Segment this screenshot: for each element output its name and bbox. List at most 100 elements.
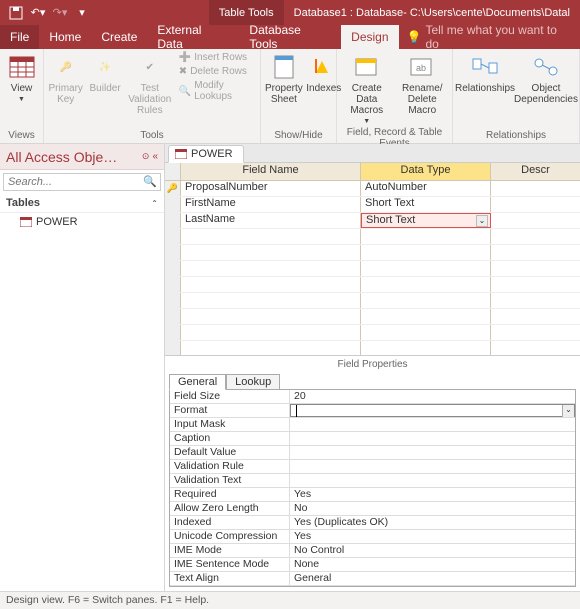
row-selector[interactable]: [165, 325, 181, 340]
description-cell[interactable]: [491, 245, 580, 260]
property-value[interactable]: No: [290, 502, 575, 515]
property-value[interactable]: 20: [290, 390, 575, 403]
property-row[interactable]: Validation Text: [170, 474, 575, 488]
data-type-cell[interactable]: Short Text⌄: [361, 213, 491, 228]
description-cell[interactable]: [491, 341, 580, 356]
field-name-cell[interactable]: [181, 245, 361, 260]
collapse-icon[interactable]: «: [152, 151, 158, 162]
table-row[interactable]: LastNameShort Text⌄: [165, 213, 580, 229]
data-type-cell[interactable]: [361, 293, 491, 308]
table-row[interactable]: 🔑ProposalNumberAutoNumber: [165, 181, 580, 197]
property-grid[interactable]: Field Size20Format⌄Input MaskCaptionDefa…: [169, 389, 576, 587]
property-value[interactable]: [290, 460, 575, 473]
view-button[interactable]: View ▼: [4, 51, 39, 103]
col-field-name[interactable]: Field Name: [181, 163, 361, 180]
property-value[interactable]: General: [290, 572, 575, 585]
qat-customize-icon[interactable]: ▾: [72, 3, 92, 23]
insert-rows-button[interactable]: ➕Insert Rows: [177, 51, 256, 64]
search-input[interactable]: [3, 173, 161, 191]
table-row[interactable]: [165, 293, 580, 309]
table-row[interactable]: [165, 229, 580, 245]
nav-item-power[interactable]: POWER: [0, 213, 164, 231]
menu-create[interactable]: Create: [91, 25, 147, 49]
tell-me-search[interactable]: 💡Tell me what you want to do: [399, 25, 580, 49]
tab-lookup[interactable]: Lookup: [226, 374, 280, 390]
field-name-cell[interactable]: ProposalNumber: [181, 181, 361, 196]
description-cell[interactable]: [491, 197, 580, 212]
menu-design[interactable]: Design: [341, 25, 398, 49]
nav-group-tables[interactable]: Tables ⌃: [0, 194, 164, 213]
nav-header[interactable]: All Access Obje… ⊙ «: [0, 144, 164, 170]
menu-file[interactable]: File: [0, 25, 39, 49]
tab-power[interactable]: POWER: [168, 145, 244, 163]
field-name-cell[interactable]: [181, 229, 361, 244]
field-name-cell[interactable]: FirstName: [181, 197, 361, 212]
dropdown-icon[interactable]: ⌄: [562, 405, 574, 417]
field-name-cell[interactable]: [181, 325, 361, 340]
property-row[interactable]: Text AlignGeneral: [170, 572, 575, 586]
row-selector[interactable]: [165, 213, 181, 228]
property-row[interactable]: IME ModeNo Control: [170, 544, 575, 558]
data-type-cell[interactable]: [361, 309, 491, 324]
property-row[interactable]: Unicode CompressionYes: [170, 530, 575, 544]
field-name-cell[interactable]: [181, 261, 361, 276]
table-row[interactable]: [165, 341, 580, 356]
nav-search[interactable]: 🔍: [3, 173, 161, 191]
save-icon[interactable]: [6, 3, 26, 23]
property-value[interactable]: None: [290, 558, 575, 571]
field-name-cell[interactable]: [181, 277, 361, 292]
description-cell[interactable]: [491, 213, 580, 228]
field-name-cell[interactable]: [181, 309, 361, 324]
row-selector[interactable]: [165, 229, 181, 244]
property-row[interactable]: IME Sentence ModeNone: [170, 558, 575, 572]
description-cell[interactable]: [491, 181, 580, 196]
property-value[interactable]: [290, 418, 575, 431]
description-cell[interactable]: [491, 229, 580, 244]
property-value[interactable]: Yes (Duplicates OK): [290, 516, 575, 529]
row-selector[interactable]: [165, 245, 181, 260]
row-selector-header[interactable]: [165, 163, 181, 180]
property-row[interactable]: Allow Zero LengthNo: [170, 502, 575, 516]
redo-icon[interactable]: ↷▾: [50, 3, 70, 23]
description-cell[interactable]: [491, 309, 580, 324]
property-value[interactable]: [290, 446, 575, 459]
property-row[interactable]: Field Size20: [170, 390, 575, 404]
data-type-cell[interactable]: [361, 341, 491, 356]
row-selector[interactable]: [165, 309, 181, 324]
menu-external-data[interactable]: External Data: [147, 25, 239, 49]
row-selector[interactable]: [165, 197, 181, 212]
property-row[interactable]: Format⌄: [170, 404, 575, 418]
data-type-cell[interactable]: [361, 277, 491, 292]
table-row[interactable]: FirstNameShort Text: [165, 197, 580, 213]
table-row[interactable]: [165, 261, 580, 277]
data-type-cell[interactable]: [361, 325, 491, 340]
property-value[interactable]: Yes: [290, 488, 575, 501]
description-cell[interactable]: [491, 325, 580, 340]
row-selector[interactable]: 🔑: [165, 181, 181, 196]
dropdown-icon[interactable]: ⌄: [476, 215, 488, 227]
object-dependencies-button[interactable]: Object Dependencies: [517, 51, 575, 105]
menu-home[interactable]: Home: [39, 25, 91, 49]
create-data-macros-button[interactable]: Create Data Macros▼: [341, 51, 393, 125]
data-type-cell[interactable]: [361, 261, 491, 276]
row-selector[interactable]: [165, 293, 181, 308]
field-name-cell[interactable]: LastName: [181, 213, 361, 228]
data-type-cell[interactable]: Short Text: [361, 197, 491, 212]
primary-key-button[interactable]: 🔑Primary Key: [48, 51, 83, 105]
table-row[interactable]: [165, 309, 580, 325]
property-sheet-button[interactable]: Property Sheet: [265, 51, 303, 105]
property-value[interactable]: ⌄: [290, 404, 575, 417]
rename-delete-macro-button[interactable]: abRename/ Delete Macro: [397, 51, 449, 116]
relationships-button[interactable]: Relationships: [457, 51, 513, 94]
description-cell[interactable]: [491, 293, 580, 308]
undo-icon[interactable]: ↶▾: [28, 3, 48, 23]
test-validation-button[interactable]: ✔Test Validation Rules: [127, 51, 173, 116]
modify-lookups-button[interactable]: 🔍Modify Lookups: [177, 79, 256, 103]
property-value[interactable]: [290, 432, 575, 445]
property-row[interactable]: RequiredYes: [170, 488, 575, 502]
field-name-cell[interactable]: [181, 341, 361, 356]
data-type-cell[interactable]: [361, 245, 491, 260]
table-row[interactable]: [165, 245, 580, 261]
row-selector[interactable]: [165, 341, 181, 356]
builder-button[interactable]: ✨Builder: [87, 51, 122, 94]
